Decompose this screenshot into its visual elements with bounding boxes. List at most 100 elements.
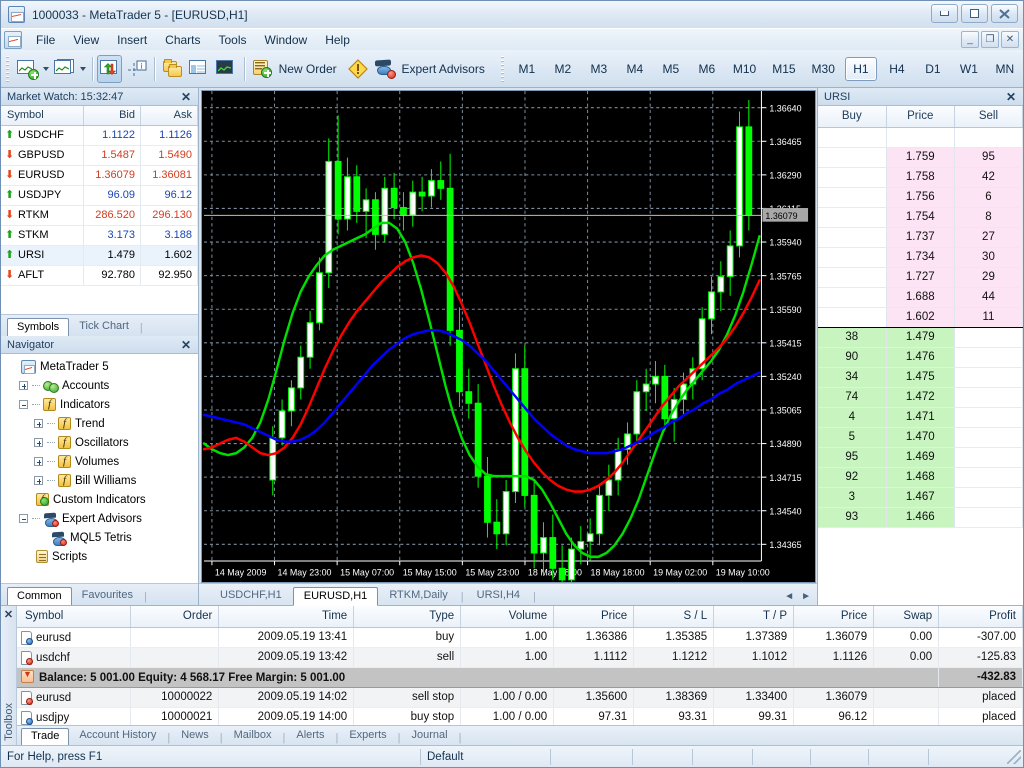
nav-item-oscillators[interactable]: fOscillators [4,433,198,452]
col-price-open[interactable]: Price [554,606,634,627]
timeframe-h4-button[interactable]: H4 [881,57,913,81]
chart-tab-ursi[interactable]: URSI,H4 [466,586,531,605]
symbol-cell[interactable]: ⬇RTKM [1,205,84,225]
menu-app-icon[interactable] [4,31,22,49]
symbol-cell[interactable]: ⬆USDJPY [1,185,84,205]
chart-canvas[interactable]: 1.366401.364651.362901.361151.359401.357… [201,90,816,583]
mdi-minimize-button[interactable]: _ [961,31,979,48]
alerts-button[interactable] [346,55,371,83]
menu-charts[interactable]: Charts [156,31,209,49]
nav-item-expert-advisors[interactable]: Expert Advisors [4,509,198,528]
new-chart-dropdown[interactable] [41,55,51,83]
col-symbol[interactable]: Symbol [1,106,84,125]
toolbox-close-icon[interactable]: ✕ [4,608,13,621]
timeframe-d1-button[interactable]: D1 [917,57,949,81]
depth-buy-row[interactable]: 951.469 [818,447,1023,467]
expand-icon[interactable] [34,476,43,485]
col-type[interactable]: Type [354,606,461,627]
expert-advisors-button[interactable] [373,55,398,83]
tab-common[interactable]: Common [7,587,72,606]
tab-alerts[interactable]: Alerts [286,727,334,745]
mdi-close-button[interactable]: ✕ [1001,31,1019,48]
timeframe-m1-button[interactable]: M1 [511,57,543,81]
nav-item-custom-indicators[interactable]: fCustom Indicators [4,490,198,509]
col-swap[interactable]: Swap [874,606,939,627]
data-window-button[interactable]: i [124,55,149,83]
depth-sell-row[interactable]: 1.68844 [818,287,1023,307]
symbol-cell[interactable]: ⬆STKM [1,225,84,245]
tab-account-history[interactable]: Account History [69,727,166,745]
depth-buy-row[interactable]: 931.466 [818,507,1023,527]
nav-item-bill-williams[interactable]: fBill Williams [4,471,198,490]
timeframe-m15-button[interactable]: M15 [766,57,801,81]
window-maximize-button[interactable] [961,4,988,23]
toolbar-grip[interactable] [4,56,11,82]
tab-journal[interactable]: Journal [402,727,458,745]
new-order-label[interactable]: New Order [276,62,345,76]
navigator-close-icon[interactable]: ✕ [178,339,194,351]
nav-item-indicators[interactable]: fIndicators [4,395,198,414]
nav-item-mql5-tetris[interactable]: MQL5 Tetris [4,528,198,547]
tab-favourites[interactable]: Favourites [72,586,143,605]
nav-item-scripts[interactable]: Scripts [4,547,198,566]
symbol-cell[interactable]: ⬆USDCHF [1,125,84,145]
navigator-body[interactable]: MetaTrader 5AccountsfIndicatorsfTrendfOs… [1,354,198,583]
tab-symbols[interactable]: Symbols [7,318,69,337]
resize-grip[interactable] [1007,750,1021,764]
market-watch-body[interactable]: Symbol Bid Ask ⬆USDCHF1.11221.1126⬇GBPUS… [1,106,198,314]
trade-row[interactable]: eurusd2009.05.19 13:41buy1.001.363861.35… [17,627,1023,647]
nav-item-volumes[interactable]: fVolumes [4,452,198,471]
depth-buy-row[interactable]: 381.479 [818,327,1023,347]
mdi-restore-button[interactable]: ❐ [981,31,999,48]
market-watch-row[interactable]: ⬆STKM3.1733.188 [1,225,198,245]
symbol-cell[interactable]: ⬇EURUSD [1,165,84,185]
col-volume[interactable]: Volume [461,606,554,627]
depth-sell-row[interactable]: 1.7548 [818,207,1023,227]
timeframe-m10-button[interactable]: M10 [727,57,762,81]
col-profit[interactable]: Profit [939,606,1023,627]
profiles-dropdown[interactable] [78,55,88,83]
depth-buy-row[interactable]: 31.467 [818,487,1023,507]
toolbox-button[interactable] [187,55,212,83]
col-tp[interactable]: T / P [714,606,794,627]
collapse-icon[interactable] [19,514,28,523]
strategy-tester-button[interactable] [214,55,239,83]
col-ask[interactable]: Ask [141,106,198,125]
tab-tick-chart[interactable]: Tick Chart [69,317,139,336]
timeframe-m3-button[interactable]: M3 [583,57,615,81]
trade-row[interactable]: usdjpy100000212009.05.19 14:00buy stop1.… [17,707,1023,725]
market-watch-row[interactable]: ⬆URSI1.4791.602 [1,245,198,265]
scroll-right-icon[interactable]: ► [801,591,811,602]
chart-tab-rtkm[interactable]: RTKM,Daily [378,586,458,605]
market-watch-row[interactable]: ⬇GBPUSD1.54871.5490 [1,145,198,165]
timeframe-m30-button[interactable]: M30 [806,57,841,81]
col-price[interactable]: Price [886,106,954,127]
market-depth-body[interactable]: Buy Price Sell 1.759951.758421.75661.754… [818,106,1023,605]
depth-buy-row[interactable]: 901.476 [818,347,1023,367]
col-bid[interactable]: Bid [84,106,141,125]
symbol-cell[interactable]: ⬇AFLT [1,265,84,285]
nav-item-trend[interactable]: fTrend [4,414,198,433]
timeframe-m6-button[interactable]: M6 [691,57,723,81]
depth-sell-row[interactable]: 1.73430 [818,247,1023,267]
status-profile[interactable]: Default [421,749,551,765]
timeframe-m5-button[interactable]: M5 [655,57,687,81]
timeframe-m4-button[interactable]: M4 [619,57,651,81]
menu-view[interactable]: View [64,31,108,49]
nav-item-metatrader-5[interactable]: MetaTrader 5 [4,357,198,376]
expert-advisors-label[interactable]: Expert Advisors [398,62,492,76]
col-time[interactable]: Time [219,606,354,627]
trade-grid[interactable]: Symbol Order Time Type Volume Price S / … [17,606,1023,725]
menu-tools[interactable]: Tools [210,31,256,49]
timeframe-mn-button[interactable]: MN [989,57,1021,81]
expand-icon[interactable] [34,457,43,466]
timeframe-toolbar-grip[interactable] [499,56,506,82]
market-watch-button[interactable] [97,55,122,83]
market-watch-row[interactable]: ⬆USDCHF1.11221.1126 [1,125,198,145]
price-chart[interactable]: 1.366401.364651.362901.361151.359401.357… [202,91,815,582]
trade-row[interactable]: eurusd100000222009.05.19 14:02sell stop1… [17,687,1023,707]
depth-buy-row[interactable]: 341.475 [818,367,1023,387]
expand-icon[interactable] [34,419,43,428]
menu-help[interactable]: Help [316,31,359,49]
market-watch-row[interactable]: ⬇EURUSD1.360791.36081 [1,165,198,185]
